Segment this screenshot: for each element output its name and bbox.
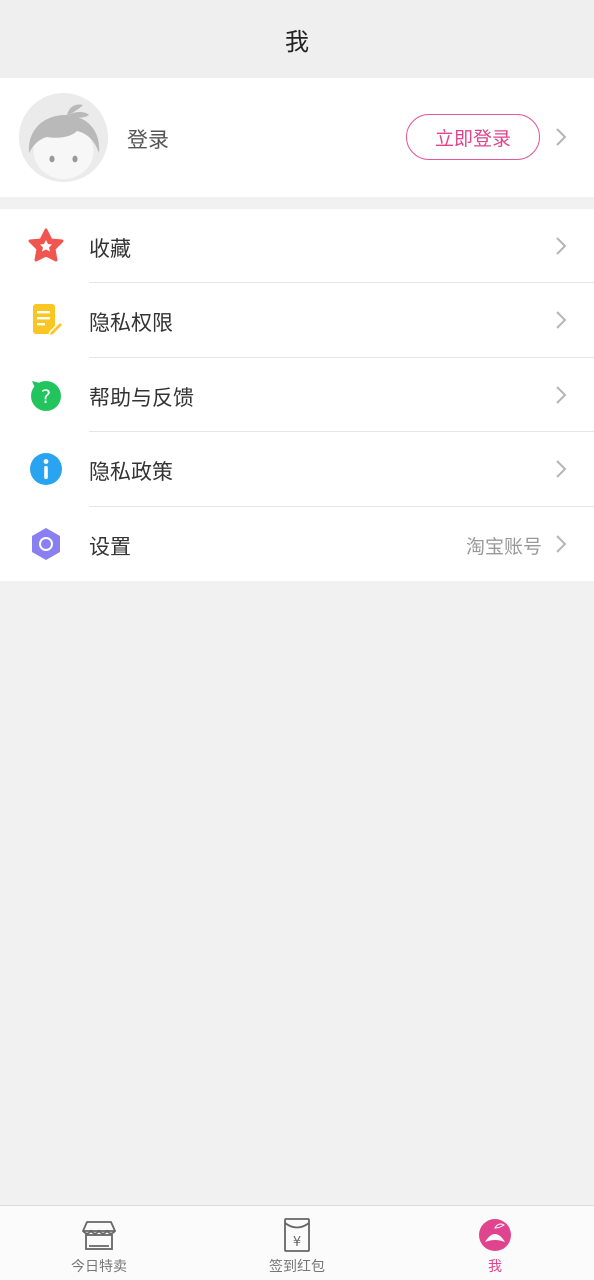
tab-label: 今日特卖 (71, 1259, 127, 1275)
menu-item-privacy-policy[interactable]: 隐私政策 (0, 432, 594, 507)
star-icon (28, 228, 64, 262)
info-icon (30, 453, 62, 486)
profile-card[interactable]: 登录 立即登录 (0, 78, 594, 197)
page-title: 我 (285, 27, 309, 56)
svg-text:?: ? (41, 386, 51, 408)
tab-label: 我 (488, 1259, 502, 1275)
svg-text:¥: ¥ (293, 1235, 301, 1250)
chevron-right-icon (556, 534, 567, 553)
hexagon-settings-icon (32, 527, 60, 560)
question-bubble-icon: ? (31, 380, 61, 411)
menu-item-label: 设置 (89, 534, 131, 559)
login-now-button[interactable]: 立即登录 (406, 114, 540, 160)
tab-checkin-red-envelope[interactable]: ¥ 签到红包 (198, 1206, 396, 1280)
shop-icon (82, 1221, 116, 1250)
header: 我 (0, 0, 594, 78)
menu-list: 收藏 隐私权限 ? 帮助与反馈 隐私政策 设置 淘宝账号 (0, 209, 594, 581)
default-avatar-icon (19, 93, 108, 182)
menu-item-settings[interactable]: 设置 淘宝账号 (0, 507, 594, 581)
notepad-pencil-icon (33, 304, 64, 338)
tab-me[interactable]: 我 (396, 1206, 594, 1280)
menu-item-help-feedback[interactable]: ? 帮助与反馈 (0, 358, 594, 433)
chevron-right-icon (556, 311, 567, 330)
profile-page: 我 登录 立即登录 收藏 隐私权限 ? 帮助与反馈 隐私政策 设置 淘宝账号 今… (0, 0, 594, 1280)
chevron-right-icon (556, 386, 567, 404)
chevron-right-icon (556, 237, 567, 255)
chevron-right-icon (556, 128, 567, 146)
profile-face-icon (479, 1219, 511, 1251)
avatar[interactable] (19, 93, 108, 182)
menu-item-label: 隐私政策 (89, 460, 173, 485)
account-type-value: 淘宝账号 (465, 535, 542, 558)
login-label[interactable]: 登录 (127, 124, 169, 154)
tab-label: 签到红包 (269, 1259, 325, 1275)
menu-item-privacy-permissions[interactable]: 隐私权限 (0, 283, 594, 358)
menu-item-label: 帮助与反馈 (89, 385, 194, 410)
bottom-tab-bar: 今日特卖 ¥ 签到红包 我 (0, 1205, 594, 1280)
tab-today-deals[interactable]: 今日特卖 (0, 1206, 198, 1280)
menu-item-label: 隐私权限 (89, 311, 173, 336)
chevron-right-icon (556, 460, 567, 478)
red-envelope-icon: ¥ (284, 1218, 310, 1252)
menu-item-favorites[interactable]: 收藏 (0, 209, 594, 284)
menu-item-label: 收藏 (89, 237, 131, 261)
